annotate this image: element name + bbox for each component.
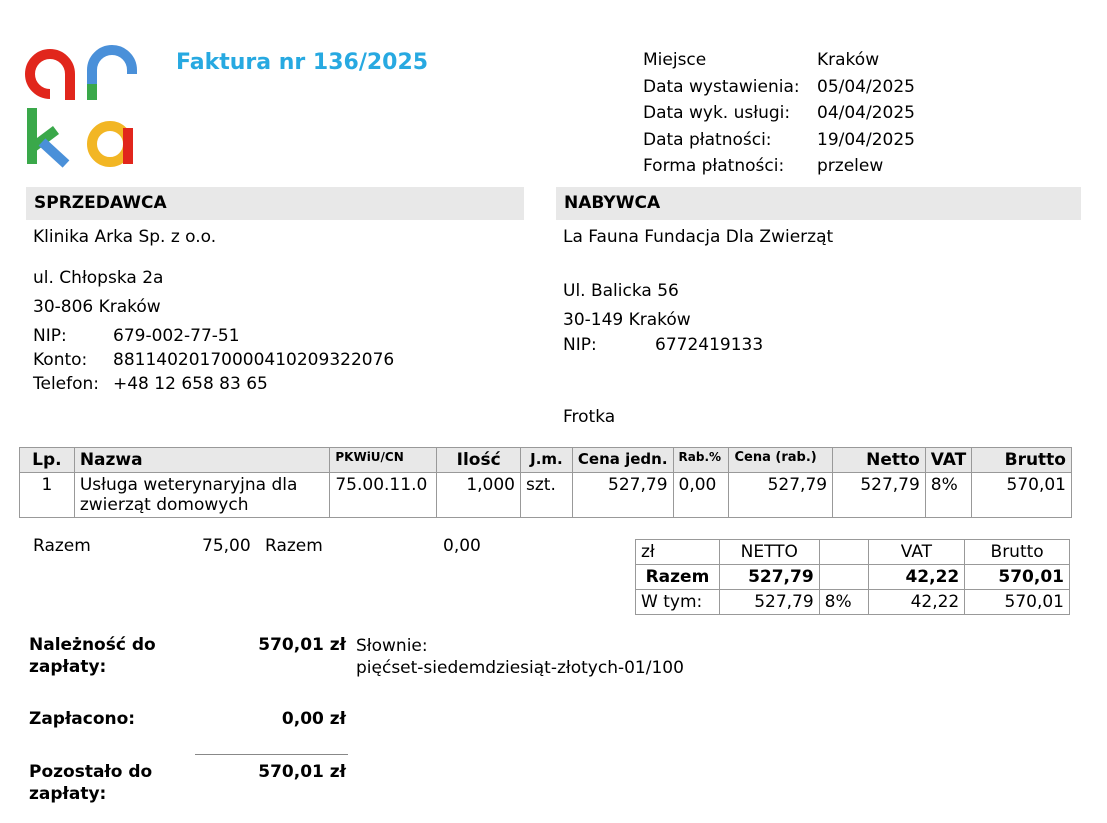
col-price-rab: Cena (rab.) xyxy=(728,447,834,473)
seller-tel-row: Telefon: +48 12 658 83 65 xyxy=(33,374,268,394)
buyer-nip: 6772419133 xyxy=(655,335,764,355)
divider xyxy=(195,754,348,755)
col-pkwiu: PKWiU/CN xyxy=(329,447,438,473)
item-unit: szt. xyxy=(520,472,573,518)
meta-value-payment-date: 19/04/2025 xyxy=(817,129,915,150)
paid-value: 0,00 zł xyxy=(281,709,346,729)
summary-col-rate xyxy=(818,539,869,565)
buyer-nip-row: NIP: 6772419133 xyxy=(563,335,763,355)
col-vat: VAT xyxy=(924,447,973,473)
razem-label-1: Razem xyxy=(33,536,91,556)
amount-in-words: pięćset-siedemdziesiąt-złotych-01/100 xyxy=(356,658,684,678)
summary-breakdown-label: W tym: xyxy=(635,589,720,615)
item-qty: 1,000 xyxy=(436,472,521,518)
item-price-rab: 527,79 xyxy=(728,472,834,518)
invoice-meta: Miejsce Kraków Data wystawienia: 05/04/202… xyxy=(643,50,915,183)
summary-breakdown-rate: 8% xyxy=(818,589,869,615)
item-pkwiu: 75.00.11.0 xyxy=(329,472,438,518)
remaining-label: Pozostało do zapłaty: xyxy=(29,762,153,804)
item-brutto: 570,01 xyxy=(971,472,1072,518)
items-table: Lp. Nazwa PKWiU/CN Ilość J.m. Cena jedn.… xyxy=(19,447,1072,518)
remaining-value: 570,01 zł xyxy=(258,762,346,782)
due-value: 570,01 zł xyxy=(258,635,346,655)
seller-nip-row: NIP: 679-002-77-51 xyxy=(33,326,240,346)
words-label: Słownie: xyxy=(356,636,428,656)
company-logo xyxy=(25,45,137,168)
summary-total-netto: 527,79 xyxy=(718,564,820,590)
summary-currency: zł xyxy=(635,539,720,565)
seller-konto-row: Konto: 88114020170000410209322076 xyxy=(33,350,394,370)
summary-header-row: zł NETTO VAT Brutto xyxy=(635,539,1070,565)
item-netto: 527,79 xyxy=(832,472,926,518)
seller-street: ul. Chłopska 2a xyxy=(33,268,164,288)
summary-breakdown-netto: 527,79 xyxy=(718,589,820,615)
meta-value-place: Kraków xyxy=(817,50,880,70)
summary-breakdown-row: W tym: 527,79 8% 42,22 570,01 xyxy=(635,589,1070,615)
summary-total-row: Razem 527,79 42,22 570,01 xyxy=(635,564,1070,590)
item-name: Usługa weterynaryjna dla zwierząt domowy… xyxy=(73,472,331,518)
summary-col-vat: VAT xyxy=(867,539,966,565)
meta-label-payment-date: Data płatności: xyxy=(643,129,772,150)
buyer-note: Frotka xyxy=(563,407,616,427)
seller-konto: 88114020170000410209322076 xyxy=(113,350,395,370)
table-row: 1 Usługa weterynaryjna dla zwierząt domo… xyxy=(19,472,1072,518)
col-qty: Ilość xyxy=(436,447,521,473)
meta-value-payment-form: przelew xyxy=(817,156,884,176)
seller-tel-label: Telefon: xyxy=(33,374,100,394)
summary-total-label: Razem xyxy=(635,564,720,590)
summary-total-vat: 42,22 xyxy=(867,564,966,590)
items-header-row: Lp. Nazwa PKWiU/CN Ilość J.m. Cena jedn.… xyxy=(19,447,1072,473)
col-price: Cena jedn. xyxy=(571,447,674,473)
razem-value-2: 0,00 xyxy=(443,536,481,556)
summary-breakdown-vat: 42,22 xyxy=(867,589,966,615)
seller-city: 30-806 Kraków xyxy=(33,297,161,317)
item-lp: 1 xyxy=(19,472,75,518)
buyer-street: Ul. Balicka 56 xyxy=(563,281,679,301)
summary-breakdown-brutto: 570,01 xyxy=(964,589,1070,615)
meta-label-place: Miejsce xyxy=(643,50,707,70)
summary-col-netto: NETTO xyxy=(718,539,820,565)
vat-summary-table: zł NETTO VAT Brutto Razem 527,79 42,22 5… xyxy=(635,539,1070,615)
item-rab: 0,00 xyxy=(672,472,730,518)
buyer-name: La Fauna Fundacja Dla Zwierząt xyxy=(563,227,834,247)
buyer-city: 30-149 Kraków xyxy=(563,310,691,330)
meta-label-issue-date: Data wystawienia: xyxy=(643,76,800,97)
due-label: Należność do zapłaty: xyxy=(29,635,156,677)
seller-nip-label: NIP: xyxy=(33,326,67,346)
buyer-nip-label: NIP: xyxy=(563,335,597,355)
razem-value-1: 75,00 xyxy=(202,536,251,556)
seller-tel: +48 12 658 83 65 xyxy=(113,374,268,394)
meta-value-service-date: 04/04/2025 xyxy=(817,103,915,123)
razem-label-2: Razem xyxy=(265,536,323,556)
seller-nip: 679-002-77-51 xyxy=(113,326,240,346)
summary-col-brutto: Brutto xyxy=(964,539,1070,565)
meta-label-service-date: Data wyk. usługi: xyxy=(643,103,791,123)
col-name: Nazwa xyxy=(73,447,331,473)
seller-name: Klinika Arka Sp. z o.o. xyxy=(33,227,217,247)
col-lp: Lp. xyxy=(19,447,75,473)
meta-value-issue-date: 05/04/2025 xyxy=(817,76,915,97)
col-unit: J.m. xyxy=(520,447,573,473)
item-price: 527,79 xyxy=(571,472,674,518)
summary-total-brutto: 570,01 xyxy=(964,564,1070,590)
col-rab: Rab.% xyxy=(672,447,730,473)
col-brutto: Brutto xyxy=(971,447,1072,473)
invoice-title: Faktura nr 136/2025 xyxy=(176,50,429,75)
item-vat: 8% xyxy=(924,472,973,518)
meta-label-payment-form: Forma płatności: xyxy=(643,156,785,176)
seller-header: SPRZEDAWCA xyxy=(26,187,524,220)
paid-label: Zapłacono: xyxy=(29,709,136,729)
summary-total-rate xyxy=(818,564,869,590)
col-netto: Netto xyxy=(832,447,926,473)
buyer-header: NABYWCA xyxy=(556,187,1081,220)
seller-konto-label: Konto: xyxy=(33,350,88,370)
